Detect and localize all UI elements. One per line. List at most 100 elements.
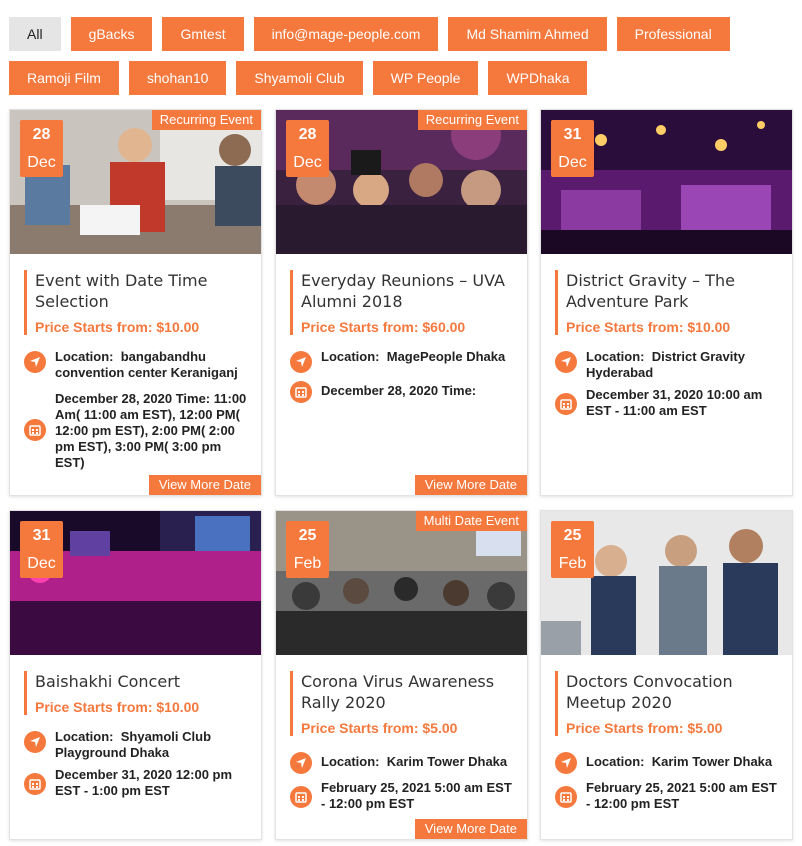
event-title[interactable]: Doctors Convocation Meetup 2020: [566, 671, 778, 713]
event-card[interactable]: 31 Dec Baishakhi Concert Price Starts fr…: [9, 510, 262, 840]
location-label: Location:: [55, 729, 114, 744]
event-card[interactable]: 25 Feb Multi Date Event Corona Virus Awa…: [275, 510, 528, 840]
event-datetime: December 31, 2020 12:00 pm EST - 1:00 pm…: [55, 767, 233, 798]
filter-row: All gBacks Gmtest info@mage-people.com M…: [9, 17, 799, 51]
date-month: Feb: [293, 555, 322, 572]
title-block: Corona Virus Awareness Rally 2020 Price …: [290, 671, 513, 736]
event-location: Karim Tower Dhaka: [651, 754, 773, 769]
title-block: District Gravity – The Adventure Park Pr…: [555, 270, 778, 335]
calendar-icon: [555, 786, 577, 808]
event-tag: Recurring Event: [151, 110, 261, 130]
location-label: Location:: [55, 349, 114, 364]
event-card[interactable]: 28 Dec Recurring Event Everyday Reunions…: [275, 109, 528, 496]
title-block: Baishakhi Concert Price Starts from: $10…: [24, 671, 247, 715]
location-label: Location:: [321, 349, 380, 364]
card-body: Baishakhi Concert Price Starts from: $10…: [10, 655, 261, 799]
event-image[interactable]: 25 Feb Multi Date Event: [276, 511, 527, 655]
calendar-icon: [24, 419, 46, 441]
date-badge: 31 Dec: [20, 521, 63, 578]
filter-wp-people-button[interactable]: WP People: [372, 61, 479, 95]
location-row: Location: Shyamoli Club Playground Dhaka: [24, 729, 247, 761]
filter-professional-button[interactable]: Professional: [616, 17, 730, 51]
event-title[interactable]: Everyday Reunions – UVA Alumni 2018: [301, 270, 513, 312]
location-row: Location: District Gravity Hyderabad: [555, 349, 778, 381]
date-badge: 31 Dec: [551, 120, 594, 177]
filter-ramoji-button[interactable]: Ramoji Film: [9, 61, 119, 95]
date-badge: 25 Feb: [551, 521, 594, 578]
view-more-date-button[interactable]: View More Date: [148, 475, 261, 495]
location-label: Location:: [321, 754, 380, 769]
location-arrow-icon: [555, 351, 577, 373]
event-price: Price Starts from: $10.00: [35, 319, 200, 335]
event-image[interactable]: 28 Dec Recurring Event: [276, 110, 527, 254]
card-body: Everyday Reunions – UVA Alumni 2018 Pric…: [276, 254, 527, 403]
date-badge: 28 Dec: [286, 120, 329, 177]
event-image[interactable]: 28 Dec Recurring Event: [10, 110, 261, 254]
card-body: District Gravity – The Adventure Park Pr…: [541, 254, 792, 419]
event-price: Price Starts from: $5.00: [301, 720, 458, 736]
event-image[interactable]: 31 Dec: [541, 110, 792, 254]
date-month: Dec: [293, 154, 322, 171]
date-day: 31: [563, 126, 582, 143]
event-tag: Multi Date Event: [415, 511, 527, 531]
datetime-row: December 28, 2020 Time:: [290, 379, 513, 403]
filter-shyamoli-button[interactable]: Shyamoli Club: [236, 61, 363, 95]
location-row: Location: Karim Tower Dhaka: [555, 750, 778, 774]
event-card[interactable]: 25 Feb Doctors Convocation Meetup 2020 P…: [540, 510, 793, 840]
filter-gmtest-button[interactable]: Gmtest: [162, 17, 244, 51]
calendar-icon: [290, 381, 312, 403]
location-arrow-icon: [24, 731, 46, 753]
date-day: 28: [32, 126, 51, 143]
event-price: Price Starts from: $60.00: [301, 319, 466, 335]
event-location: MagePeople Dhaka: [386, 349, 506, 364]
location-label: Location:: [586, 349, 645, 364]
event-datetime: February 25, 2021 5:00 am EST - 12:00 pm…: [321, 780, 512, 811]
location-arrow-icon: [290, 752, 312, 774]
title-block: Doctors Convocation Meetup 2020 Price St…: [555, 671, 778, 736]
date-day: 28: [298, 126, 317, 143]
event-image[interactable]: 31 Dec: [10, 511, 261, 655]
date-day: 25: [563, 527, 582, 544]
event-card[interactable]: 28 Dec Recurring Event Event with Date T…: [9, 109, 262, 496]
event-datetime: December 28, 2020 Time:: [321, 383, 477, 398]
filter-info-button[interactable]: info@mage-people.com: [253, 17, 439, 51]
filter-wpdhaka-button[interactable]: WPDhaka: [488, 61, 588, 95]
date-month: Feb: [558, 555, 587, 572]
event-datetime: December 31, 2020 10:00 am EST - 11:00 a…: [586, 387, 763, 418]
event-card[interactable]: 31 Dec District Gravity – The Adventure …: [540, 109, 793, 496]
event-title[interactable]: Corona Virus Awareness Rally 2020: [301, 671, 513, 713]
date-badge: 25 Feb: [286, 521, 329, 578]
filter-md-shamim-button[interactable]: Md Shamim Ahmed: [448, 17, 607, 51]
event-title[interactable]: Baishakhi Concert: [35, 671, 247, 692]
date-day: 31: [32, 527, 51, 544]
datetime-row: December 31, 2020 12:00 pm EST - 1:00 pm…: [24, 767, 247, 799]
event-title[interactable]: Event with Date Time Selection: [35, 270, 247, 312]
datetime-row: December 28, 2020 Time: 11:00 Am( 11:00 …: [24, 391, 247, 471]
calendar-icon: [24, 773, 46, 795]
filter-gbacks-button[interactable]: gBacks: [70, 17, 153, 51]
location-row: Location: Karim Tower Dhaka: [290, 750, 513, 774]
location-arrow-icon: [555, 752, 577, 774]
card-body: Doctors Convocation Meetup 2020 Price St…: [541, 655, 792, 812]
event-tag: Recurring Event: [417, 110, 527, 130]
filter-bar: All gBacks Gmtest info@mage-people.com M…: [9, 17, 799, 105]
event-datetime: December 28, 2020 Time: 11:00 Am( 11:00 …: [55, 391, 247, 470]
view-more-date-button[interactable]: View More Date: [414, 475, 527, 495]
event-location: Karim Tower Dhaka: [386, 754, 508, 769]
date-day: 25: [298, 527, 317, 544]
filter-shohan-button[interactable]: shohan10: [128, 61, 227, 95]
event-title[interactable]: District Gravity – The Adventure Park: [566, 270, 778, 312]
event-price: Price Starts from: $5.00: [566, 720, 723, 736]
date-month: Dec: [27, 154, 56, 171]
title-block: Event with Date Time Selection Price Sta…: [24, 270, 247, 335]
filter-row: Ramoji Film shohan10 Shyamoli Club WP Pe…: [9, 61, 799, 95]
date-badge: 28 Dec: [20, 120, 63, 177]
event-datetime: February 25, 2021 5:00 am EST - 12:00 pm…: [586, 780, 777, 811]
filter-all-button[interactable]: All: [9, 17, 61, 51]
datetime-row: February 25, 2021 5:00 am EST - 12:00 pm…: [555, 780, 778, 812]
view-more-date-button[interactable]: View More Date: [414, 819, 527, 839]
calendar-icon: [555, 393, 577, 415]
location-label: Location:: [586, 754, 645, 769]
event-image[interactable]: 25 Feb: [541, 511, 792, 655]
card-body: Event with Date Time Selection Price Sta…: [10, 254, 261, 471]
